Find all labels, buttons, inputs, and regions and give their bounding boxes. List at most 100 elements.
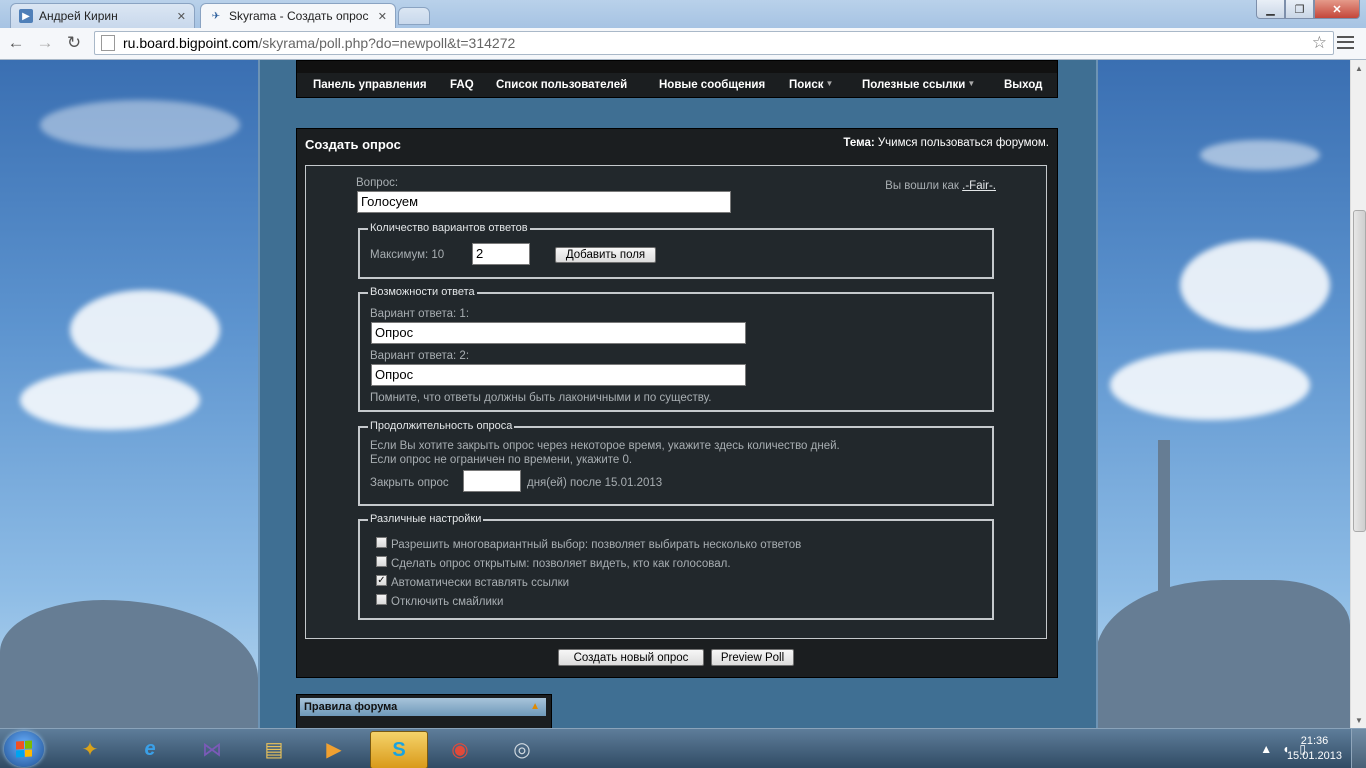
tab-andrey-kirin[interactable]: ▶ Андрей Кирин ✕ — [10, 3, 195, 28]
chrome-menu-icon[interactable] — [1337, 34, 1354, 51]
disable-smilies-checkbox[interactable] — [376, 594, 387, 605]
skype-icon[interactable]: S — [370, 731, 428, 768]
internet-explorer-icon[interactable]: e — [122, 731, 178, 767]
question-label: Вопрос: — [356, 177, 399, 189]
nav-search-label: Поиск — [789, 79, 824, 91]
logged-in-line: Вы вошли как .-Fair-. — [885, 180, 996, 192]
nav-logout[interactable]: Выход — [1004, 79, 1042, 91]
dropdown-caret-icon: ▼ — [967, 79, 976, 88]
file-explorer-icon[interactable]: ▤ — [246, 731, 302, 767]
disable-smilies-label: Отключить смайлики — [391, 596, 504, 608]
submit-poll-button[interactable]: Создать новый опрос — [558, 649, 704, 666]
nav-new-posts[interactable]: Новые сообщения — [659, 79, 765, 91]
misc-settings-fieldset: Различные настройки Разрешить многовариа… — [358, 513, 994, 620]
show-desktop-button[interactable] — [1351, 729, 1366, 768]
clock-time: 21:36 — [1300, 735, 1329, 747]
collapse-arrow-icon[interactable]: ▲ — [530, 701, 540, 712]
forum-nav-links: Панель управления FAQ Список пользовател… — [297, 75, 1057, 97]
scroll-down-icon[interactable]: ▼ — [1351, 712, 1366, 728]
close-poll-label: Закрыть опрос — [370, 477, 449, 489]
auto-links-label: Автоматически вставлять ссылки — [391, 577, 570, 589]
taskbar-clock[interactable]: 21:36 15.01.2013 — [1287, 734, 1342, 764]
logged-in-label: Вы вошли как — [885, 180, 959, 192]
windows-taskbar: ✦ e ⋈ ▤ ▶ S ◉ ◎ ▲ ◖ ▯ 21:36 15.01.2013 — [0, 728, 1366, 768]
add-fields-button[interactable]: Добавить поля — [555, 247, 656, 263]
answer-count-legend: Количество вариантов ответов — [368, 222, 530, 234]
answer-count-fieldset: Количество вариантов ответов Максимум: 1… — [358, 222, 994, 279]
poll-duration-legend: Продолжительность опроса — [368, 420, 515, 432]
tray-expand-icon[interactable]: ▲ — [1260, 742, 1272, 756]
poll-form: Вопрос: Вы вошли как .-Fair-. Голосуем К… — [305, 165, 1047, 639]
option-1-input[interactable]: Опрос — [371, 322, 746, 344]
dropdown-caret-icon: ▼ — [825, 79, 834, 88]
window-controls: ▁ ❐ ✕ — [1256, 0, 1360, 19]
back-arrow-icon[interactable]: ← — [4, 31, 28, 55]
multiple-choice-checkbox[interactable] — [376, 537, 387, 548]
scrollbar-thumb[interactable] — [1353, 210, 1366, 532]
background-cloud — [1180, 240, 1330, 330]
minimize-icon[interactable]: ▁ — [1256, 0, 1285, 19]
misc-settings-legend: Различные настройки — [368, 513, 484, 525]
bookmark-star-icon[interactable]: ☆ — [1312, 33, 1327, 53]
nav-useful-links[interactable]: Полезные ссылки ▼ — [862, 79, 975, 91]
background-city-right — [1096, 580, 1350, 728]
option-2-label: Вариант ответа: 2: — [370, 350, 470, 362]
clock-date: 15.01.2013 — [1286, 750, 1342, 762]
preview-poll-button[interactable]: Preview Poll — [711, 649, 794, 666]
tab-skyrama-poll[interactable]: ✈ Skyrama - Создать опрос ✕ — [200, 3, 396, 28]
duration-help-line2: Если опрос не ограничен по времени, укаж… — [370, 454, 633, 466]
media-player-icon[interactable]: ▶ — [306, 731, 362, 767]
new-tab-button[interactable] — [398, 7, 430, 25]
forum-rules-header[interactable]: Правила форума ▲ — [300, 698, 546, 716]
forum-rules-title: Правила форума — [304, 701, 398, 713]
teamspeak-icon[interactable]: ◎ — [494, 731, 550, 767]
public-poll-checkbox[interactable] — [376, 556, 387, 567]
browser-toolbar: ← → ↻ ru.board.bigpoint.com/skyrama/poll… — [0, 28, 1366, 60]
scroll-up-icon[interactable]: ▲ — [1351, 60, 1366, 76]
tab-close-icon[interactable]: ✕ — [177, 10, 186, 23]
video-favicon-icon: ▶ — [19, 9, 33, 23]
address-url: ru.board.bigpoint.com/skyrama/poll.php?d… — [123, 35, 516, 51]
forum-logo-strip — [297, 61, 1057, 73]
start-button-icon[interactable] — [4, 731, 44, 767]
nav-faq[interactable]: FAQ — [450, 79, 474, 91]
create-poll-panel: Создать опрос Тема: Учимся пользоваться … — [296, 128, 1058, 678]
nav-search[interactable]: Поиск ▼ — [789, 79, 833, 91]
chrome-icon[interactable]: ◉ — [432, 731, 488, 767]
poll-duration-fieldset: Продолжительность опроса Если Вы хотите … — [358, 420, 994, 506]
skyrama-favicon-icon: ✈ — [211, 10, 221, 22]
question-input[interactable]: Голосуем — [357, 191, 731, 213]
page-title: Создать опрос — [305, 137, 401, 152]
auto-links-checkbox[interactable]: ✓ — [376, 575, 387, 586]
max-options-label: Максимум: 10 — [370, 249, 445, 261]
public-poll-label: Сделать опрос открытым: позволяет видеть… — [391, 558, 731, 570]
tab-close-icon[interactable]: ✕ — [378, 10, 387, 23]
background-tower — [1158, 440, 1170, 640]
answer-options-fieldset: Возможности ответа Вариант ответа: 1: Оп… — [358, 286, 994, 412]
answer-options-legend: Возможности ответа — [368, 286, 477, 298]
visual-studio-icon[interactable]: ⋈ — [184, 731, 240, 767]
close-days-input[interactable] — [463, 470, 521, 492]
duration-help-line1: Если Вы хотите закрыть опрос через некот… — [370, 440, 840, 452]
multiple-choice-label: Разрешить многовариантный выбор: позволя… — [391, 539, 802, 551]
username-link[interactable]: .-Fair-. — [962, 180, 996, 192]
page-viewport: Панель управления FAQ Список пользовател… — [0, 60, 1350, 728]
maximize-icon[interactable]: ❐ — [1285, 0, 1314, 19]
page-scrollbar[interactable]: ▲ ▼ — [1350, 60, 1366, 728]
windows-flag-icon — [16, 740, 32, 758]
background-cloud — [20, 370, 200, 430]
address-bar[interactable]: ru.board.bigpoint.com/skyrama/poll.php?d… — [94, 31, 1334, 55]
option-2-input[interactable]: Опрос — [371, 364, 746, 386]
nav-member-list[interactable]: Список пользователей — [496, 79, 627, 91]
nav-control-panel[interactable]: Панель управления — [313, 79, 427, 91]
background-cloud — [40, 100, 240, 150]
option-count-input[interactable]: 2 — [472, 243, 530, 265]
background-cloud — [1200, 140, 1320, 170]
pinned-app-icon[interactable]: ✦ — [62, 731, 118, 767]
reload-icon[interactable]: ↻ — [62, 31, 86, 55]
forward-arrow-icon[interactable]: → — [33, 31, 57, 55]
browser-titlebar: ▶ Андрей Кирин ✕ ✈ Skyrama - Создать опр… — [0, 0, 1366, 28]
option-1-label: Вариант ответа: 1: — [370, 308, 470, 320]
window-close-icon[interactable]: ✕ — [1314, 0, 1360, 19]
close-after-label: дня(ей) после 15.01.2013 — [527, 477, 663, 489]
